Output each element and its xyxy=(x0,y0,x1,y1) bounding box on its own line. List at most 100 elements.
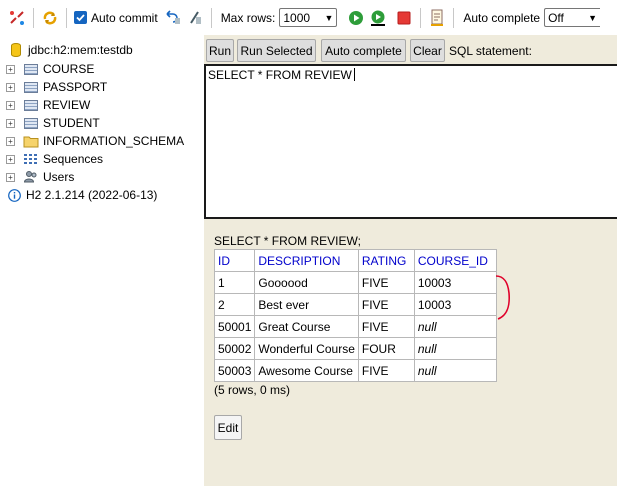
auto-commit-label: Auto commit xyxy=(91,10,158,25)
table-row: 1 Goooood FIVE 10003 xyxy=(213,271,497,294)
table-cell: Goooood xyxy=(254,271,359,294)
table-cell: 10003 xyxy=(413,293,497,316)
expand-icon[interactable]: + xyxy=(6,136,15,146)
tree-item-label: COURSE xyxy=(43,62,95,76)
auto-complete-button[interactable]: Auto complete xyxy=(321,39,406,62)
column-header[interactable]: DESCRIPTION xyxy=(254,249,359,272)
table-header-row: ID DESCRIPTION RATING COURSE_ID xyxy=(213,249,497,272)
max-rows-value: 1000 xyxy=(283,10,311,25)
table-cell: 2 xyxy=(213,293,256,316)
sequence-icon xyxy=(23,152,39,166)
table-row: 50002 Wonderful Course FOUR null xyxy=(213,337,497,360)
tree-item-label: STUDENT xyxy=(43,116,100,130)
table-cell: Great Course xyxy=(254,315,359,338)
tree-item-review[interactable]: + REVIEW xyxy=(0,96,90,114)
max-rows-select[interactable]: 1000 ▼ xyxy=(279,8,338,27)
toolbar-separator xyxy=(420,7,422,28)
table-row: 50003 Awesome Course FIVE null xyxy=(213,359,497,382)
table-cell: Awesome Course xyxy=(254,359,359,382)
result-summary: (5 rows, 0 ms) xyxy=(214,383,291,397)
sql-editor-text: SELECT * FROM REVIEW xyxy=(208,68,352,82)
refresh-icon[interactable] xyxy=(39,7,61,29)
table-cell: FIVE xyxy=(357,359,415,382)
table-cell: 50002 xyxy=(213,337,256,360)
auto-commit-checkbox[interactable] xyxy=(74,11,87,24)
connection-label: jdbc:h2:mem:testdb xyxy=(28,43,133,57)
info-icon xyxy=(6,188,22,202)
expand-icon[interactable]: + xyxy=(6,118,15,128)
table-cell-null: null xyxy=(413,337,497,360)
table-cell: FIVE xyxy=(357,293,415,316)
table-icon xyxy=(23,62,39,76)
column-header[interactable]: COURSE_ID xyxy=(413,249,497,272)
table-row: 2 Best ever FIVE 10003 xyxy=(213,293,497,316)
tree-item-label: Sequences xyxy=(43,152,104,166)
table-cell: 50003 xyxy=(213,359,256,382)
table-cell: FIVE xyxy=(357,315,415,338)
sql-editor[interactable]: SELECT * FROM REVIEW xyxy=(204,64,617,219)
tree-item-label: PASSPORT xyxy=(43,80,108,94)
history-icon[interactable] xyxy=(426,7,448,29)
chevron-down-icon: ▼ xyxy=(324,12,334,23)
tree-item-passport[interactable]: + PASSPORT xyxy=(0,78,107,96)
tree-item-label: Users xyxy=(43,170,75,184)
run-selected-button[interactable]: Run Selected xyxy=(237,39,316,62)
result-table: ID DESCRIPTION RATING COURSE_ID 1 Gooooo… xyxy=(213,249,497,382)
folder-icon xyxy=(23,134,39,148)
toolbar-separator xyxy=(210,7,212,28)
auto-complete-label: Auto complete xyxy=(463,10,541,25)
expand-icon[interactable]: + xyxy=(6,172,15,182)
table-cell: FIVE xyxy=(357,271,415,294)
run-icon[interactable] xyxy=(345,7,367,29)
table-cell: Best ever xyxy=(254,293,359,316)
stop-icon[interactable] xyxy=(393,7,415,29)
disconnect-icon[interactable] xyxy=(6,7,28,29)
database-icon xyxy=(8,43,24,57)
table-cell: 1 xyxy=(213,271,256,294)
result-sql: SELECT * FROM REVIEW; xyxy=(214,234,361,248)
commit-icon[interactable] xyxy=(184,7,206,29)
table-cell-null: null xyxy=(413,359,497,382)
expand-icon[interactable]: + xyxy=(6,154,15,164)
text-caret xyxy=(353,68,355,81)
table-cell: 50001 xyxy=(213,315,256,338)
table-row: 50001 Great Course FIVE null xyxy=(213,315,497,338)
expand-icon[interactable]: + xyxy=(6,100,15,110)
run-button[interactable]: Run xyxy=(206,39,234,62)
tree-item-label: INFORMATION_SCHEMA xyxy=(43,134,185,148)
run-selected-icon[interactable] xyxy=(367,7,389,29)
clear-button[interactable]: Clear xyxy=(410,39,445,62)
column-header[interactable]: ID xyxy=(213,249,256,272)
expand-icon[interactable]: + xyxy=(6,64,15,74)
edit-button[interactable]: Edit xyxy=(214,415,242,440)
red-bracket-annotation xyxy=(495,275,511,320)
query-panel: Run Run Selected Auto complete Clear SQL… xyxy=(204,35,617,486)
table-cell: Wonderful Course xyxy=(254,337,359,360)
max-rows-label: Max rows: xyxy=(220,10,276,25)
tree-item-users[interactable]: + Users xyxy=(0,168,74,186)
auto-complete-value: Off xyxy=(548,10,564,25)
tree-item-label: REVIEW xyxy=(43,98,91,112)
tree-connection[interactable]: jdbc:h2:mem:testdb xyxy=(0,41,133,59)
tree-item-course[interactable]: + COURSE xyxy=(0,60,94,78)
table-cell-null: null xyxy=(413,315,497,338)
rollback-icon[interactable] xyxy=(162,7,184,29)
tree-item-sequences[interactable]: + Sequences xyxy=(0,150,103,168)
table-icon xyxy=(23,80,39,94)
toolbar-separator xyxy=(453,7,455,28)
expand-icon[interactable]: + xyxy=(6,82,15,92)
database-tree: jdbc:h2:mem:testdb + COURSE + PASSPORT +… xyxy=(0,35,204,486)
auto-complete-select[interactable]: Off ▼ xyxy=(544,8,601,27)
version-label: H2 2.1.214 (2022-06-13) xyxy=(26,188,158,202)
table-icon xyxy=(23,98,39,112)
toolbar: Auto commit Max rows: 1000 ▼ Auto comple… xyxy=(0,0,617,35)
tree-item-information-schema[interactable]: + INFORMATION_SCHEMA xyxy=(0,132,184,150)
tree-version: H2 2.1.214 (2022-06-13) xyxy=(0,186,157,204)
toolbar-separator xyxy=(66,7,67,28)
sql-statement-label: SQL statement: xyxy=(449,44,532,58)
users-icon xyxy=(23,170,39,184)
column-header[interactable]: RATING xyxy=(357,249,415,272)
tree-item-student[interactable]: + STUDENT xyxy=(0,114,100,132)
table-cell: FOUR xyxy=(357,337,415,360)
toolbar-separator xyxy=(33,7,34,28)
